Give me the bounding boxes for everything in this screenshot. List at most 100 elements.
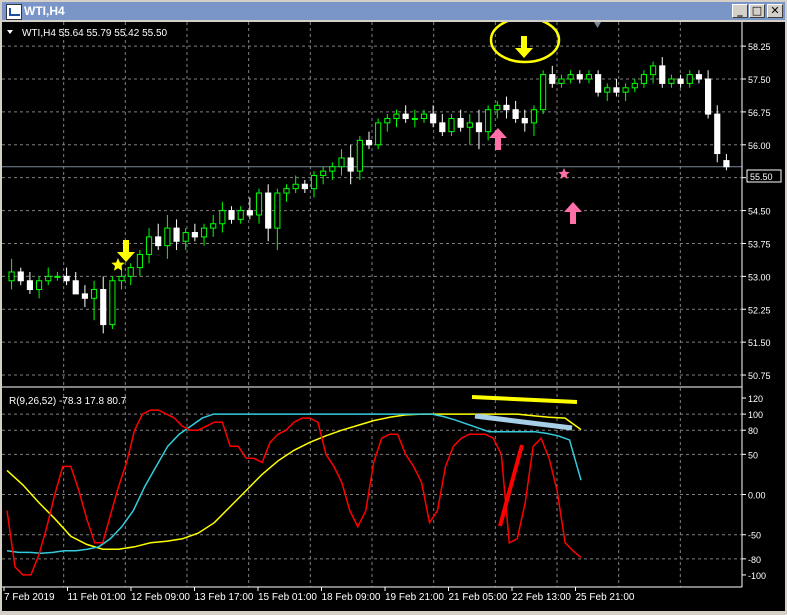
candle-body bbox=[301, 183, 308, 190]
candle-body bbox=[659, 65, 666, 84]
indicator-tick-label: 100 bbox=[748, 410, 763, 420]
candle-body bbox=[723, 160, 730, 168]
candle-body bbox=[173, 227, 180, 242]
candle-body bbox=[668, 78, 675, 84]
candle-body bbox=[686, 74, 693, 84]
indicator-tick-label: 80 bbox=[748, 426, 758, 436]
candle-body bbox=[549, 74, 556, 84]
candle-body bbox=[8, 271, 15, 282]
candle-body bbox=[136, 253, 143, 269]
shift-marker-triangle-icon bbox=[594, 22, 601, 28]
time-tick-label: 18 Feb 09:00 bbox=[322, 592, 381, 603]
candle-body bbox=[100, 289, 107, 326]
chart-menu-triangle-icon[interactable] bbox=[7, 30, 13, 34]
candle-body bbox=[640, 74, 648, 84]
candle-body bbox=[439, 122, 446, 133]
candle-body bbox=[677, 78, 684, 84]
candle-body bbox=[457, 117, 464, 128]
candle-body bbox=[512, 109, 519, 119]
candle-body bbox=[402, 113, 409, 119]
candle-body bbox=[310, 174, 318, 190]
chart-canvas[interactable]: 58.2557.5056.7556.0055.2554.5053.7553.00… bbox=[2, 16, 785, 611]
time-axis: 7 Feb 2019 11 Feb 01:00 12 Feb 09:00 13 Feb… bbox=[3, 587, 635, 603]
candle-body bbox=[613, 87, 620, 93]
candle-body bbox=[384, 117, 391, 124]
price-tick-label: 57.50 bbox=[748, 75, 771, 85]
candle-body bbox=[118, 275, 125, 282]
time-tick-label: 25 Feb 21:00 bbox=[576, 592, 635, 603]
chart-area[interactable]: 58.2557.5056.7556.0055.2554.5053.7553.00… bbox=[2, 16, 785, 611]
time-tick-label: 19 Feb 21:00 bbox=[385, 592, 444, 603]
time-tick-label: 11 Feb 01:00 bbox=[68, 592, 127, 603]
candle-body bbox=[521, 117, 528, 124]
candle-body bbox=[182, 232, 189, 242]
buy-signal-down-arrow-icon bbox=[117, 240, 135, 262]
time-tick-label: 21 Feb 05:00 bbox=[449, 592, 508, 603]
candle-body bbox=[540, 74, 547, 111]
indicator-info-label: R(9,26,52) -78.3 17.8 80.7 bbox=[9, 396, 127, 407]
candle-body bbox=[420, 113, 428, 119]
candle-body bbox=[109, 280, 116, 326]
indicator-tick-label: -100 bbox=[748, 571, 766, 581]
indicator-tick-label: -80 bbox=[748, 555, 761, 565]
candle-body bbox=[595, 74, 602, 93]
candle-body bbox=[219, 210, 226, 225]
yellow-star-icon bbox=[111, 258, 125, 271]
price-tick-label: 58.25 bbox=[748, 42, 771, 52]
candle-body bbox=[430, 113, 437, 124]
price-tick-label: 50.75 bbox=[748, 371, 771, 381]
red-divergence-marker bbox=[498, 444, 524, 527]
candle-body bbox=[237, 210, 244, 220]
candle-body bbox=[650, 65, 657, 76]
candle-body bbox=[320, 170, 327, 176]
candle-body bbox=[695, 74, 703, 80]
candle-body bbox=[45, 275, 52, 282]
price-tick-label: 54.50 bbox=[748, 207, 771, 217]
candle-body bbox=[283, 188, 290, 194]
candle-body bbox=[246, 210, 253, 216]
time-tick-label: 12 Feb 09:00 bbox=[131, 592, 190, 603]
pink-up-arrow-icon bbox=[489, 128, 507, 150]
indicator-tick-label: 0.00 bbox=[748, 491, 766, 501]
time-tick-label: 13 Feb 17:00 bbox=[195, 592, 254, 603]
indicator-axis: 120 100 80 50 0.00 -50 -80 -100 bbox=[742, 394, 766, 581]
candle-body bbox=[622, 87, 629, 93]
candle-body bbox=[475, 122, 483, 133]
chart-window-icon bbox=[6, 4, 22, 20]
candle-body bbox=[356, 139, 363, 172]
candle-body bbox=[530, 109, 538, 124]
candle-body bbox=[210, 223, 217, 229]
candle-body bbox=[485, 109, 492, 133]
window-title: WTI,H4 bbox=[24, 4, 65, 18]
candle-body bbox=[54, 275, 61, 278]
price-tick-label: 51.50 bbox=[748, 338, 771, 348]
maximize-button[interactable]: □ bbox=[749, 4, 765, 18]
candle-body bbox=[494, 104, 501, 111]
candle-body bbox=[411, 117, 418, 120]
candle-body bbox=[448, 117, 455, 133]
candle-body bbox=[72, 280, 79, 295]
candle-body bbox=[26, 280, 33, 291]
title-bar[interactable]: WTI,H4 _ □ ✕ bbox=[2, 2, 785, 20]
top-signal-down-arrow-icon bbox=[515, 36, 533, 58]
candle-body bbox=[567, 74, 574, 80]
candle-body bbox=[200, 227, 208, 238]
candle-body bbox=[631, 82, 638, 89]
candle-body bbox=[705, 78, 712, 115]
price-tick-label: 52.25 bbox=[748, 305, 771, 315]
pink-up-arrow-icon bbox=[564, 202, 582, 224]
price-axis: 58.2557.5056.7556.0055.2554.5053.7553.00… bbox=[742, 42, 771, 381]
close-button[interactable]: ✕ bbox=[767, 4, 783, 18]
time-tick-label: 15 Feb 01:00 bbox=[258, 592, 317, 603]
candle-body bbox=[145, 236, 153, 255]
time-tick-label: 22 Feb 13:00 bbox=[512, 592, 571, 603]
candle-body bbox=[265, 192, 272, 229]
candle-body bbox=[585, 74, 593, 80]
candle-body bbox=[164, 227, 171, 247]
candle-body bbox=[17, 271, 24, 282]
candle-body bbox=[347, 157, 354, 172]
candle-body bbox=[576, 74, 583, 80]
minimize-button[interactable]: _ bbox=[732, 4, 748, 18]
annotations bbox=[111, 16, 601, 527]
candle-body bbox=[35, 280, 43, 291]
